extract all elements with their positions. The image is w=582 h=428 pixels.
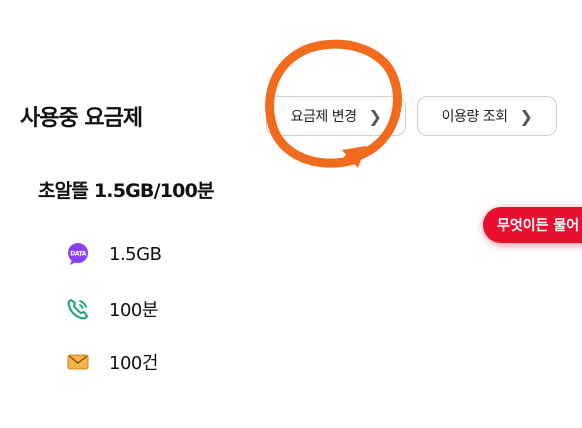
message-icon — [66, 350, 90, 374]
message-allowance-value: 100건 — [109, 353, 158, 374]
voice-allowance-value: 100분 — [109, 300, 158, 321]
page: 사용중 요금제 요금제 변경 ❯ 이용량 조회 ❯ 초알뜰 1.5GB/100분… — [0, 0, 582, 428]
chatbot-button[interactable]: 무엇이든 물어 — [483, 207, 582, 243]
chevron-right-icon: ❯ — [368, 106, 382, 126]
change-plan-button[interactable]: 요금제 변경 ❯ — [266, 96, 406, 136]
data-icon: DATA — [66, 242, 90, 266]
usage-check-button[interactable]: 이용량 조회 ❯ — [417, 96, 557, 136]
phone-icon — [66, 297, 90, 321]
change-plan-label: 요금제 변경 — [290, 109, 357, 125]
plan-name: 초알뜰 1.5GB/100분 — [38, 180, 214, 202]
chevron-right-icon: ❯ — [519, 106, 533, 126]
data-allowance-value: 1.5GB — [109, 243, 162, 265]
page-title: 사용중 요금제 — [20, 106, 143, 131]
usage-check-label: 이용량 조회 — [441, 109, 508, 125]
chatbot-label: 무엇이든 물어 — [497, 218, 580, 234]
data-allowance-row: DATA 1.5GB — [66, 242, 162, 266]
message-allowance-row: 100건 — [66, 349, 158, 375]
voice-allowance-row: 100분 — [66, 296, 158, 322]
data-icon-text: DATA — [70, 251, 86, 258]
